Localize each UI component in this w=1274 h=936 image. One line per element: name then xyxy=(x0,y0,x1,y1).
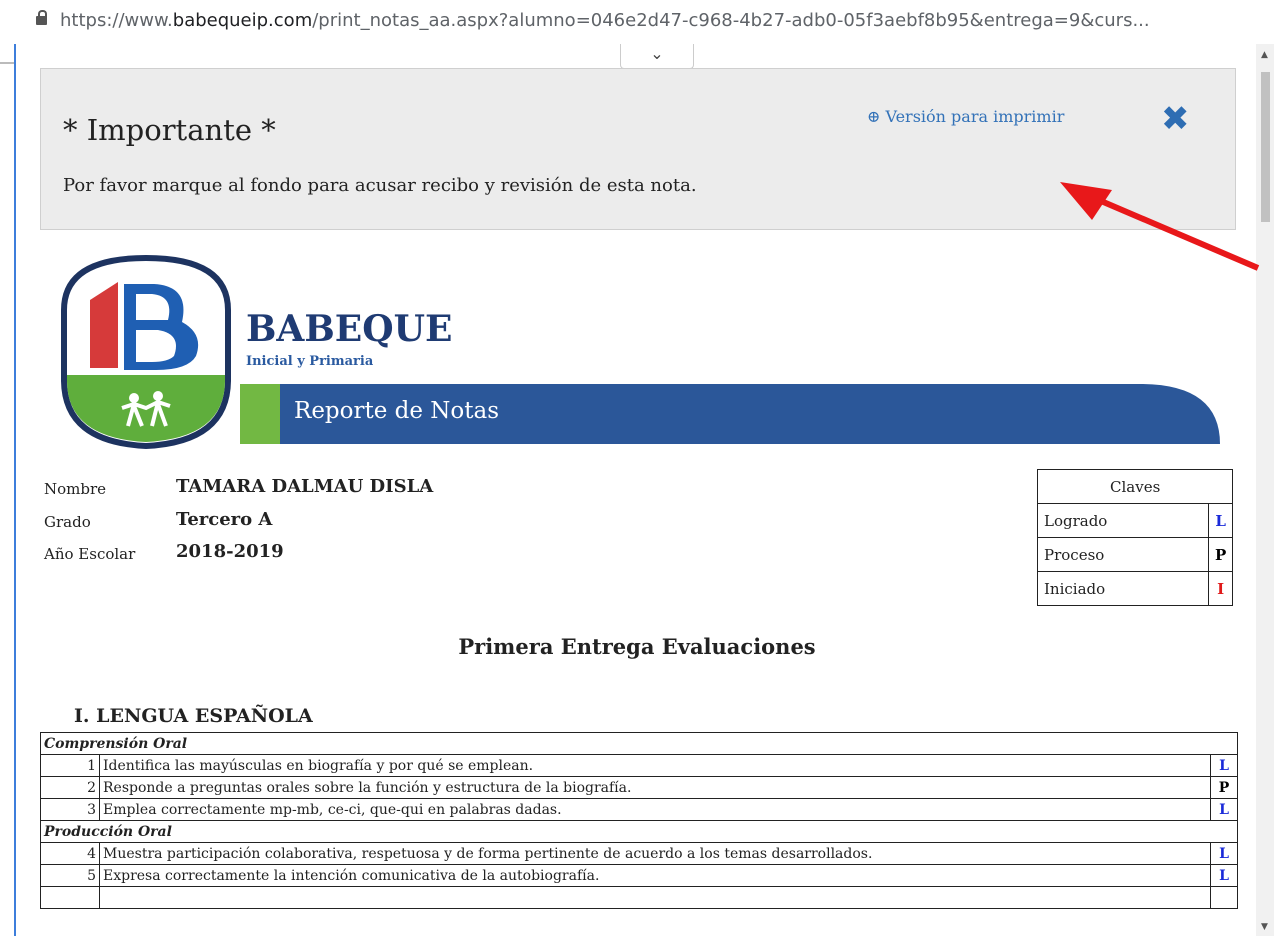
table-row: 2 Responde a preguntas orales sobre la fu… xyxy=(40,776,1238,799)
row-code: L xyxy=(1210,842,1238,865)
babeque-logo xyxy=(61,254,231,450)
row-code: L xyxy=(1210,798,1238,821)
row-text: Muestra participación colaborativa, resp… xyxy=(99,842,1211,865)
row-text: Emplea correctamente mp-mb, ce-ci, que-q… xyxy=(99,798,1211,821)
url-path: /print_notas_aa.aspx?alumno=046e2d47-c96… xyxy=(312,10,1150,31)
table-row: 3 Emplea correctamente mp-mb, ce-ci, que-… xyxy=(40,798,1238,821)
banner-title: Reporte de Notas xyxy=(294,398,500,424)
subject-title: I. LENGUA ESPAÑOLA xyxy=(74,705,313,727)
claves-title: Claves xyxy=(1036,469,1234,504)
row-text: Expresa correctamente la intención comun… xyxy=(99,864,1211,887)
row-number: 3 xyxy=(40,798,100,821)
table-row: 1 Identifica las mayúsculas en biografía … xyxy=(40,754,1238,777)
address-bar[interactable]: https://www.babequeip.com/print_notas_aa… xyxy=(0,0,1274,44)
window-edge xyxy=(14,0,16,936)
print-link-label: Versión para imprimir xyxy=(885,107,1065,126)
claves-table: Claves Logrado L Proceso P Iniciado I xyxy=(1036,469,1234,606)
table-row xyxy=(40,886,1238,909)
row-code: P xyxy=(1210,776,1238,799)
clave-label: Logrado xyxy=(1037,503,1209,538)
scrollbar-thumb[interactable] xyxy=(1261,72,1270,222)
student-name: TAMARA DALMAU DISLA xyxy=(176,476,434,497)
row-number: 5 xyxy=(40,864,100,887)
row-number: 4 xyxy=(40,842,100,865)
row-code: L xyxy=(1210,864,1238,887)
report-title: Primera Entrega Evaluaciones xyxy=(458,634,816,659)
clave-code: L xyxy=(1207,503,1234,538)
chevron-down-icon[interactable]: ⌄ xyxy=(620,44,694,69)
table-row: 4 Muestra participación colaborativa, res… xyxy=(40,842,1238,865)
url-prefix: https://www. xyxy=(60,10,173,31)
lock-icon xyxy=(36,10,47,25)
grade-label: Grado xyxy=(44,513,91,531)
name-label: Nombre xyxy=(44,480,107,498)
section-title: Comprensión Oral xyxy=(40,732,1238,755)
school-year: 2018-2019 xyxy=(176,541,284,562)
print-version-link[interactable]: ⊕ Versión para imprimir xyxy=(867,107,1064,126)
clave-label: Proceso xyxy=(1037,537,1209,572)
student-grade: Tercero A xyxy=(176,509,273,530)
close-icon[interactable]: ✖ xyxy=(1161,99,1190,139)
year-label: Año Escolar xyxy=(44,545,136,563)
row-number: 1 xyxy=(40,754,100,777)
row-code: L xyxy=(1210,754,1238,777)
row-text: Identifica las mayúsculas en biografía y… xyxy=(99,754,1211,777)
url-text[interactable]: https://www.babequeip.com/print_notas_aa… xyxy=(60,10,1150,31)
clave-code: I xyxy=(1207,571,1234,606)
notice-message: Por favor marque al fondo para acusar re… xyxy=(63,175,697,196)
notice-title: * Importante * xyxy=(63,113,276,147)
scroll-down-icon[interactable]: ▼ xyxy=(1261,922,1268,932)
section-title: Producción Oral xyxy=(40,820,1238,843)
brand-name: BABEQUE xyxy=(246,308,453,350)
brand-subtitle: Inicial y Primaria xyxy=(246,354,374,369)
table-row: 5 Expresa correctamente la intención comu… xyxy=(40,864,1238,887)
row-number: 2 xyxy=(40,776,100,799)
divider xyxy=(0,62,14,64)
grades-table: Comprensión Oral 1 Identifica las mayúscu… xyxy=(40,732,1238,909)
url-host: babequeip.com xyxy=(172,10,313,31)
arrow-circle-icon: ⊕ xyxy=(867,107,886,126)
clave-label: Iniciado xyxy=(1037,571,1209,606)
clave-code: P xyxy=(1207,537,1234,572)
row-text: Responde a preguntas orales sobre la fun… xyxy=(99,776,1211,799)
scroll-up-icon[interactable]: ▲ xyxy=(1261,50,1268,60)
red-arrow-annotation xyxy=(1060,182,1260,271)
